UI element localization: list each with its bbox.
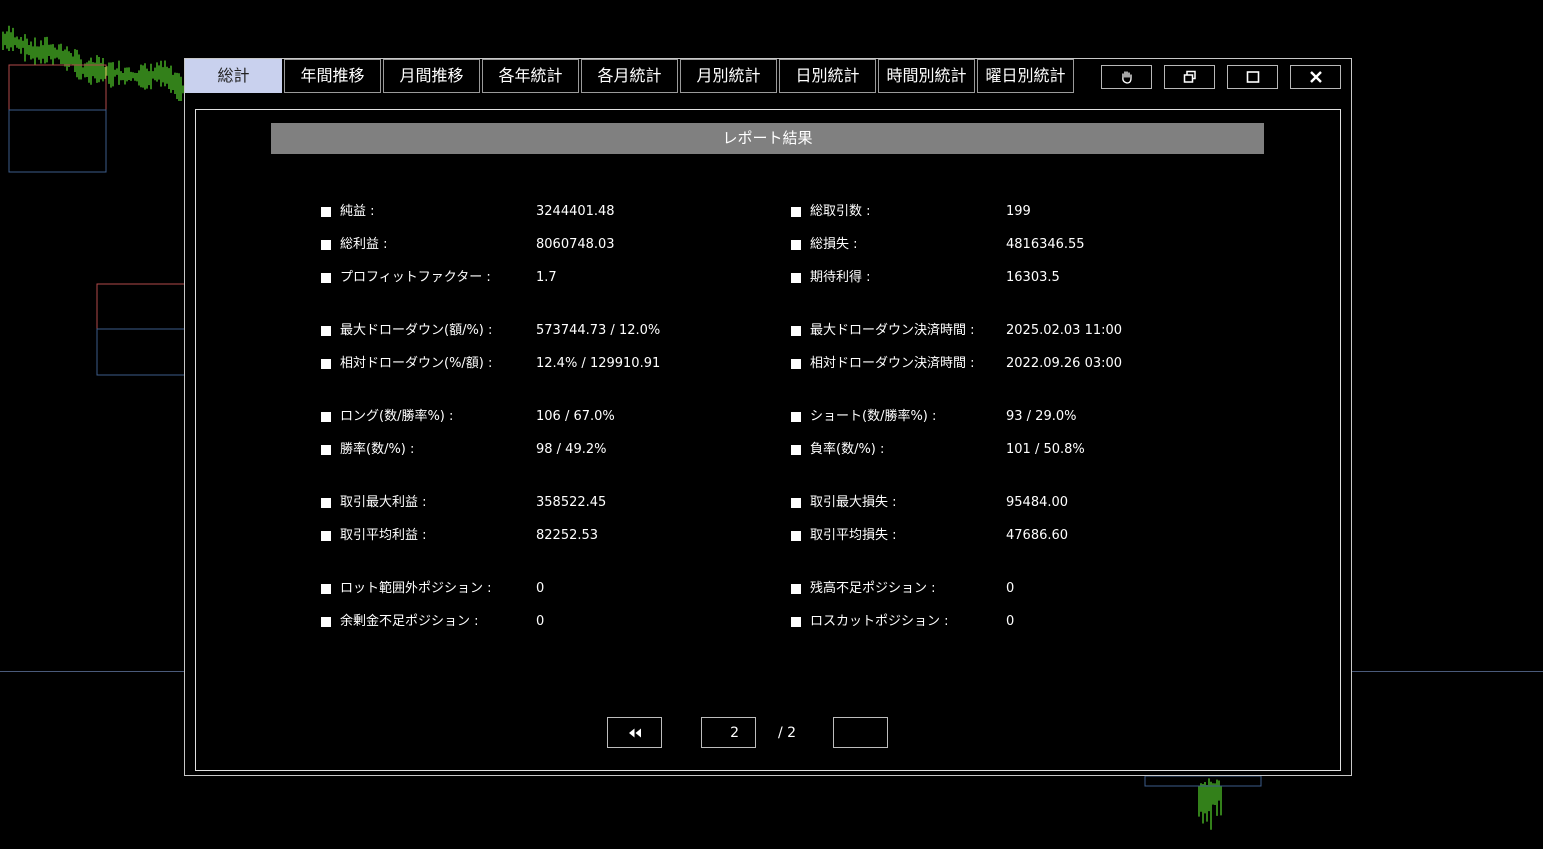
double-chevron-left-icon	[628, 728, 641, 737]
move-button[interactable]	[1101, 65, 1152, 89]
bullet-square	[791, 359, 801, 369]
stat-label: 総取引数 :	[810, 204, 871, 219]
stat-label: プロフィットファクター :	[340, 270, 491, 285]
bullet-square	[791, 617, 801, 627]
bullet-square	[321, 498, 331, 508]
stat-label: 期待利得 :	[810, 270, 871, 285]
bullet-square	[321, 359, 331, 369]
bullet-square	[321, 531, 331, 541]
stat-value: 358522.45	[536, 495, 607, 510]
tab-summary[interactable]: 総計	[185, 59, 282, 93]
prev-page-button[interactable]	[607, 717, 662, 748]
close-icon	[1309, 71, 1322, 83]
tab-bar: 総計 年間推移 月間推移 各年統計 各月統計 月別統計 日別統計 時間別統計 曜…	[185, 59, 1076, 95]
stat-value: 93 / 29.0%	[1006, 409, 1077, 424]
stat-label: 最大ドローダウン決済時間 :	[810, 323, 975, 338]
stat-label: ロング(数/勝率%) :	[340, 409, 454, 424]
chart-object-box	[96, 328, 188, 376]
stat-label: 総損失 :	[810, 237, 858, 252]
bullet-square	[321, 412, 331, 422]
stat-label: ショート(数/勝率%) :	[810, 409, 937, 424]
stat-value: 0	[1006, 581, 1015, 596]
bullet-square	[791, 412, 801, 422]
report-window: 総計 年間推移 月間推移 各年統計 各月統計 月別統計 日別統計 時間別統計 曜…	[184, 58, 1352, 776]
bullet-square	[321, 326, 331, 336]
bullet-square	[321, 584, 331, 594]
stat-label: 取引平均利益 :	[340, 528, 427, 543]
stat-label: 取引平均損失 :	[810, 528, 897, 543]
bullet-square	[791, 531, 801, 541]
stat-label: ロット範囲外ポジション :	[340, 581, 492, 596]
stat-label: 相対ドローダウン決済時間 :	[810, 356, 975, 371]
pagination: 2 / 2	[196, 717, 1340, 751]
stat-value: 2022.09.26 03:00	[1006, 356, 1123, 371]
stat-value: 95484.00	[1006, 495, 1069, 510]
restore-button[interactable]	[1164, 65, 1215, 89]
bullet-square	[321, 207, 331, 217]
tab-each-year-stats[interactable]: 各年統計	[482, 59, 579, 93]
stat-label: 残高不足ポジション :	[810, 581, 936, 596]
bullet-square	[321, 273, 331, 283]
stat-value: 8060748.03	[536, 237, 615, 252]
stat-label: 余剰金不足ポジション :	[340, 614, 479, 629]
chart-object-box	[96, 283, 188, 330]
tab-by-day-stats[interactable]: 日別統計	[779, 59, 876, 93]
stat-value: 47686.60	[1006, 528, 1069, 543]
hand-icon	[1121, 71, 1132, 84]
bullet-square	[321, 617, 331, 627]
current-page-input[interactable]: 2	[701, 717, 756, 748]
tab-by-month-stats[interactable]: 月別統計	[680, 59, 777, 93]
maximize-button[interactable]	[1227, 65, 1278, 89]
bullet-square	[791, 240, 801, 250]
stat-value: 4816346.55	[1006, 237, 1085, 252]
window-controls	[1101, 65, 1353, 89]
stat-value: 0	[536, 614, 545, 629]
bullet-square	[321, 240, 331, 250]
stat-label: 総利益 :	[340, 237, 388, 252]
bullet-square	[791, 273, 801, 283]
stat-label: 勝率(数/%) :	[340, 442, 415, 457]
tab-monthly-trend[interactable]: 月間推移	[383, 59, 480, 93]
next-page-button[interactable]	[833, 717, 888, 748]
stat-value: 12.4% / 129910.91	[536, 356, 661, 371]
bullet-square	[791, 445, 801, 455]
stat-label: 純益 :	[340, 204, 375, 219]
stat-label: 最大ドローダウン(額/%) :	[340, 323, 493, 338]
tab-each-month-stats[interactable]: 各月統計	[581, 59, 678, 93]
stat-value: 0	[536, 581, 545, 596]
stat-value: 106 / 67.0%	[536, 409, 615, 424]
stat-value: 82252.53	[536, 528, 599, 543]
bullet-square	[321, 445, 331, 455]
stat-value: 101 / 50.8%	[1006, 442, 1085, 457]
stat-label: ロスカットポジション :	[810, 614, 949, 629]
stat-value: 16303.5	[1006, 270, 1060, 285]
maximize-icon	[1246, 71, 1259, 83]
bullet-square	[791, 498, 801, 508]
close-button[interactable]	[1290, 65, 1341, 89]
stat-label: 相対ドローダウン(%/額) :	[340, 356, 493, 371]
stat-value: 199	[1006, 204, 1031, 219]
stat-value: 98 / 49.2%	[536, 442, 607, 457]
tab-by-hour-stats[interactable]: 時間別統計	[878, 59, 975, 93]
stat-value: 1.7	[536, 270, 557, 285]
tab-yearly-trend[interactable]: 年間推移	[284, 59, 381, 93]
stat-value: 2025.02.03 11:00	[1006, 323, 1123, 338]
tab-by-weekday-stats[interactable]: 曜日別統計	[977, 59, 1074, 93]
chart-object-box	[8, 109, 107, 173]
bullet-square	[791, 326, 801, 336]
report-panel: レポート結果 純益 : 3244401.48 総利益 : 8060748.03 プロ…	[195, 109, 1341, 771]
stat-label: 取引最大利益 :	[340, 495, 427, 510]
page-total: / 2	[778, 725, 797, 741]
stat-value: 573744.73 / 12.0%	[536, 323, 661, 338]
bullet-square	[791, 584, 801, 594]
stat-value: 3244401.48	[536, 204, 615, 219]
restore-icon	[1183, 70, 1196, 83]
stat-label: 取引最大損失 :	[810, 495, 897, 510]
bullet-square	[791, 207, 801, 217]
stat-label: 負率(数/%) :	[810, 442, 885, 457]
report-title: レポート結果	[271, 123, 1264, 154]
stat-value: 0	[1006, 614, 1015, 629]
